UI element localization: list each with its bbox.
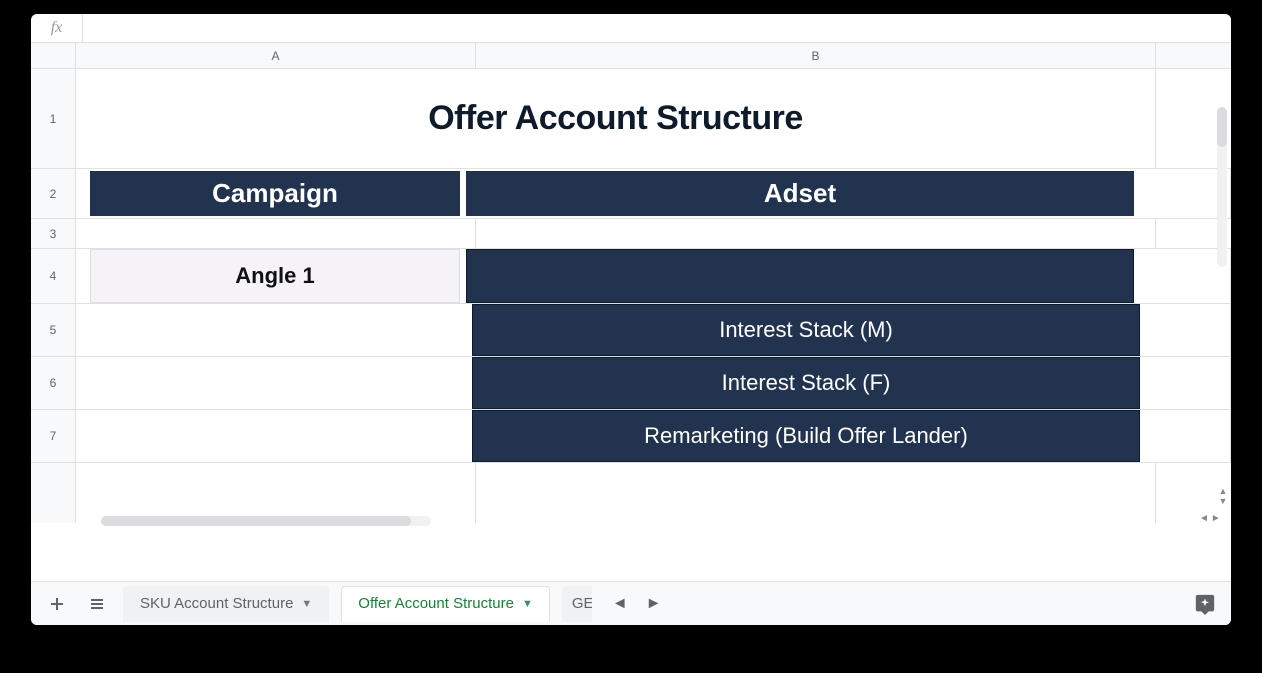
tab-nav-left-icon[interactable]: ◄ xyxy=(612,595,628,613)
row-6: 6 Interest Stack (F) xyxy=(31,357,1231,410)
row-1: 1 Offer Account Structure xyxy=(31,69,1231,169)
sheet-tab-label: SKU Account Structure xyxy=(140,595,293,612)
cell-b6[interactable]: Interest Stack (F) xyxy=(472,357,1140,409)
campaign-header-text: Campaign xyxy=(212,178,338,209)
row-4: 4 Angle 1 xyxy=(31,249,1231,304)
row-blank xyxy=(31,463,1231,523)
cell-b3[interactable] xyxy=(476,219,1156,248)
grid-area[interactable]: A B 1 Offer Account Structure 2 Campaign xyxy=(31,43,1231,581)
horizontal-scrollbar[interactable] xyxy=(101,516,431,526)
add-sheet-button[interactable] xyxy=(43,590,71,618)
cell-a6[interactable] xyxy=(76,357,466,409)
scroll-down-icon[interactable]: ▼ xyxy=(1219,496,1228,506)
row-7: 7 Remarketing (Build Offer Lander) xyxy=(31,410,1231,463)
tab-nav-controls: ◄ ► xyxy=(612,595,662,613)
cell-b5[interactable]: Interest Stack (M) xyxy=(472,304,1140,356)
column-header-b[interactable]: B xyxy=(476,43,1156,68)
cell-a-blank[interactable] xyxy=(76,463,476,523)
sheet-tab-sku[interactable]: SKU Account Structure ▼ xyxy=(123,586,329,622)
row-3: 3 xyxy=(31,219,1231,249)
explore-button[interactable] xyxy=(1191,590,1219,618)
fx-icon: fx xyxy=(31,14,83,42)
cell-b7-text: Remarketing (Build Offer Lander) xyxy=(644,423,968,449)
scroll-right-icon[interactable]: ► xyxy=(1211,513,1221,524)
row-header-5[interactable]: 5 xyxy=(31,304,76,356)
cell-a4-angle[interactable]: Angle 1 xyxy=(90,249,460,303)
title-text: Offer Account Structure xyxy=(428,99,803,138)
rows-container: 1 Offer Account Structure 2 Campaign Ads… xyxy=(31,69,1231,523)
row-header-3[interactable]: 3 xyxy=(31,219,76,248)
scroll-left-icon[interactable]: ◄ xyxy=(1199,513,1209,524)
horizontal-scroll-controls: ◄ ► xyxy=(1199,510,1227,526)
all-sheets-button[interactable] xyxy=(83,590,111,618)
row-header-7[interactable]: 7 xyxy=(31,410,76,462)
horizontal-scrollbar-thumb[interactable] xyxy=(101,516,411,526)
chevron-down-icon[interactable]: ▼ xyxy=(301,598,312,610)
row-header-blank[interactable] xyxy=(31,463,76,523)
formula-input[interactable] xyxy=(83,14,1231,42)
sheet-tab-offer[interactable]: Offer Account Structure ▼ xyxy=(341,586,550,622)
cell-b-blank[interactable] xyxy=(476,463,1156,523)
column-header-row: A B xyxy=(31,43,1231,69)
tab-nav-right-icon[interactable]: ► xyxy=(646,595,662,613)
row-header-6[interactable]: 6 xyxy=(31,357,76,409)
cell-a2-campaign-header[interactable]: Campaign xyxy=(90,171,460,216)
sheet-tab-label: GE xyxy=(572,595,592,612)
chevron-down-icon[interactable]: ▼ xyxy=(522,598,533,610)
menu-icon xyxy=(89,596,105,612)
cell-a5[interactable] xyxy=(76,304,466,356)
sheet-tab-partial[interactable]: GE xyxy=(562,586,592,622)
vertical-scrollbar-thumb[interactable] xyxy=(1217,107,1227,147)
title-cell[interactable]: Offer Account Structure xyxy=(76,69,1156,168)
sheet-tab-bar: SKU Account Structure ▼ Offer Account St… xyxy=(31,581,1231,625)
formula-bar: fx xyxy=(31,14,1231,43)
plus-icon xyxy=(49,596,65,612)
row-5: 5 Interest Stack (M) xyxy=(31,304,1231,357)
cell-b5-text: Interest Stack (M) xyxy=(719,317,893,343)
angle-text: Angle 1 xyxy=(235,263,314,289)
vertical-scrollbar[interactable] xyxy=(1217,107,1227,267)
column-header-a[interactable]: A xyxy=(76,43,476,68)
explore-icon xyxy=(1194,593,1216,615)
cell-a7[interactable] xyxy=(76,410,466,462)
cell-b6-text: Interest Stack (F) xyxy=(722,370,891,396)
spreadsheet-window: fx A B 1 Offer Account Structure 2 xyxy=(31,14,1231,625)
cell-b4[interactable] xyxy=(466,249,1134,303)
row-header-4[interactable]: 4 xyxy=(31,249,76,303)
select-all-corner[interactable] xyxy=(31,43,76,68)
sheet-tab-label: Offer Account Structure xyxy=(358,595,514,612)
adset-header-text: Adset xyxy=(764,178,836,209)
row-header-1[interactable]: 1 xyxy=(31,69,76,168)
cell-a3[interactable] xyxy=(76,219,476,248)
row-header-2[interactable]: 2 xyxy=(31,169,76,218)
cell-b7[interactable]: Remarketing (Build Offer Lander) xyxy=(472,410,1140,462)
cell-b2-adset-header[interactable]: Adset xyxy=(466,171,1134,216)
scroll-up-icon[interactable]: ▲ xyxy=(1219,486,1228,496)
vertical-scroll-controls: ▲ ▼ xyxy=(1216,486,1230,506)
row-2: 2 Campaign Adset xyxy=(31,169,1231,219)
